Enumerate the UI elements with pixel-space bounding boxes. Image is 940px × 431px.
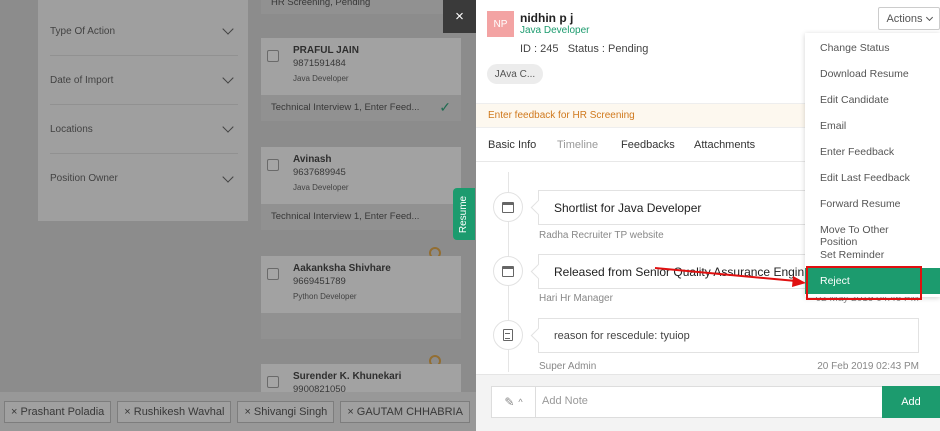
menu-item-edit-candidate[interactable]: Edit Candidate	[805, 87, 940, 113]
candidate-card[interactable]: Avinash 9637689945 Java Developer	[261, 147, 461, 204]
stage-label	[261, 313, 461, 339]
candidate-name: Surender K. Khunekari	[293, 371, 402, 382]
stage-text: Technical Interview 1, Enter Feed...	[271, 102, 420, 113]
highlight-box	[806, 266, 922, 300]
timeline-meta: Hari Hr Manager	[539, 293, 613, 304]
timeline-title: reason for rescedule: tyuiop	[554, 329, 690, 342]
pencil-icon: ✎	[504, 395, 515, 409]
chevron-down-icon	[222, 72, 234, 84]
select-checkbox[interactable]	[267, 50, 279, 62]
filter-label: Locations	[50, 123, 93, 135]
menu-item-move-to-other-position[interactable]: Move To Other Position	[805, 217, 940, 248]
filter-label: Position Owner	[50, 173, 118, 184]
filter-position-owner[interactable]: Position Owner	[50, 154, 238, 203]
candidate-name: Aakanksha Shivhare	[293, 263, 391, 274]
resume-tab-label: Resume	[458, 195, 470, 233]
select-checkbox[interactable]	[267, 268, 279, 280]
filter-locations[interactable]: Locations	[50, 105, 238, 154]
background-page: Type Of Action Date of Import Locations …	[0, 0, 476, 431]
menu-item-enter-feedback[interactable]: Enter Feedback	[805, 139, 940, 165]
actions-label: Actions	[886, 12, 923, 25]
candidate-role: Java Developer	[293, 183, 349, 192]
skill-tag: JAva C...	[487, 64, 543, 84]
calendar-icon	[493, 256, 523, 286]
chevron-down-icon	[222, 23, 234, 35]
selected-candidates-bar: × Prashant Poladia × Rushikesh Wavhal × …	[0, 392, 476, 431]
tab-attachments[interactable]: Attachments	[694, 139, 755, 151]
timeline-meta: Radha Recruiter TP website	[539, 230, 664, 241]
tab-feedbacks[interactable]: Feedbacks	[621, 139, 675, 151]
candidate-role: Java Developer	[293, 74, 349, 83]
candidate-card[interactable]: PRAFUL JAIN 9871591484 Java Developer	[261, 38, 461, 95]
candidate-name: PRAFUL JAIN	[293, 45, 359, 56]
filter-label: Date of Import	[50, 74, 114, 86]
check-icon: ✓	[439, 99, 451, 115]
timeline-meta: Super Admin	[539, 361, 597, 372]
candidate-phone: 9637689945	[293, 167, 346, 178]
note-box: ✎ ^	[491, 386, 897, 418]
timeline-title: Shortlist for Java Developer	[554, 200, 702, 215]
add-note-bar: ✎ ^ Add	[476, 374, 940, 431]
candidate-role: Java Developer	[520, 25, 590, 36]
timeline-title: Released from Senior Quality Assurance E…	[554, 264, 815, 279]
add-note-button[interactable]: Add	[882, 386, 940, 418]
chevron-up-icon: ^	[518, 397, 523, 407]
timeline-entry: reason for rescedule: tyuiop	[538, 318, 919, 353]
selected-chip[interactable]: × Rushikesh Wavhal	[117, 400, 232, 423]
menu-item-download-resume[interactable]: Download Resume	[805, 61, 940, 87]
stage-label: HR Screening, Pending	[261, 0, 461, 14]
avatar: NP	[487, 11, 514, 37]
filter-label: Type Of Action	[50, 25, 116, 37]
chevron-down-icon	[222, 121, 234, 133]
candidate-card[interactable]: Aakanksha Shivhare 9669451789 Python Dev…	[261, 256, 461, 313]
document-icon	[493, 320, 523, 350]
filter-panel: Type Of Action Date of Import Locations …	[38, 0, 248, 221]
resume-tab[interactable]: Resume	[453, 188, 475, 240]
timeline-date: 20 Feb 2019 02:43 PM	[817, 361, 919, 372]
add-note-input[interactable]	[542, 395, 822, 407]
candidate-name: nidhin p j	[520, 11, 574, 25]
actions-menu: Change Status Download Resume Edit Candi…	[805, 33, 940, 297]
filter-date-of-import[interactable]: Date of Import	[50, 56, 238, 105]
filter-type-of-action[interactable]: Type Of Action	[50, 7, 238, 56]
candidate-phone: 9669451789	[293, 276, 346, 287]
menu-item-change-status[interactable]: Change Status	[805, 35, 940, 61]
close-drawer-button[interactable]: ×	[443, 0, 476, 33]
menu-item-edit-last-feedback[interactable]: Edit Last Feedback	[805, 165, 940, 191]
chevron-down-icon	[925, 13, 933, 21]
candidate-phone: 9871591484	[293, 58, 346, 69]
stage-label: Technical Interview 1, Enter Feed...	[261, 204, 461, 230]
select-checkbox[interactable]	[267, 376, 279, 388]
actions-dropdown-button[interactable]: Actions	[878, 7, 940, 30]
tab-basic-info[interactable]: Basic Info	[488, 139, 536, 151]
chevron-down-icon	[222, 170, 234, 183]
candidate-name: Avinash	[293, 154, 332, 165]
candidate-role: Python Developer	[293, 292, 357, 301]
selected-chip[interactable]: × GAUTAM CHHABRIA	[340, 400, 470, 423]
menu-item-forward-resume[interactable]: Forward Resume	[805, 191, 940, 217]
calendar-icon	[493, 192, 523, 222]
select-checkbox[interactable]	[267, 159, 279, 171]
menu-item-email[interactable]: Email	[805, 113, 940, 139]
note-type-selector[interactable]: ✎ ^	[492, 387, 536, 417]
stage-label: Technical Interview 1, Enter Feed... ✓	[261, 95, 461, 121]
selected-chip[interactable]: × Shivangi Singh	[237, 400, 335, 423]
selected-chip[interactable]: × Prashant Poladia	[4, 400, 112, 423]
menu-item-set-reminder[interactable]: Set Reminder	[805, 242, 940, 268]
candidate-id-status: ID : 245 Status : Pending	[520, 43, 649, 55]
tab-timeline[interactable]: Timeline	[557, 139, 598, 151]
